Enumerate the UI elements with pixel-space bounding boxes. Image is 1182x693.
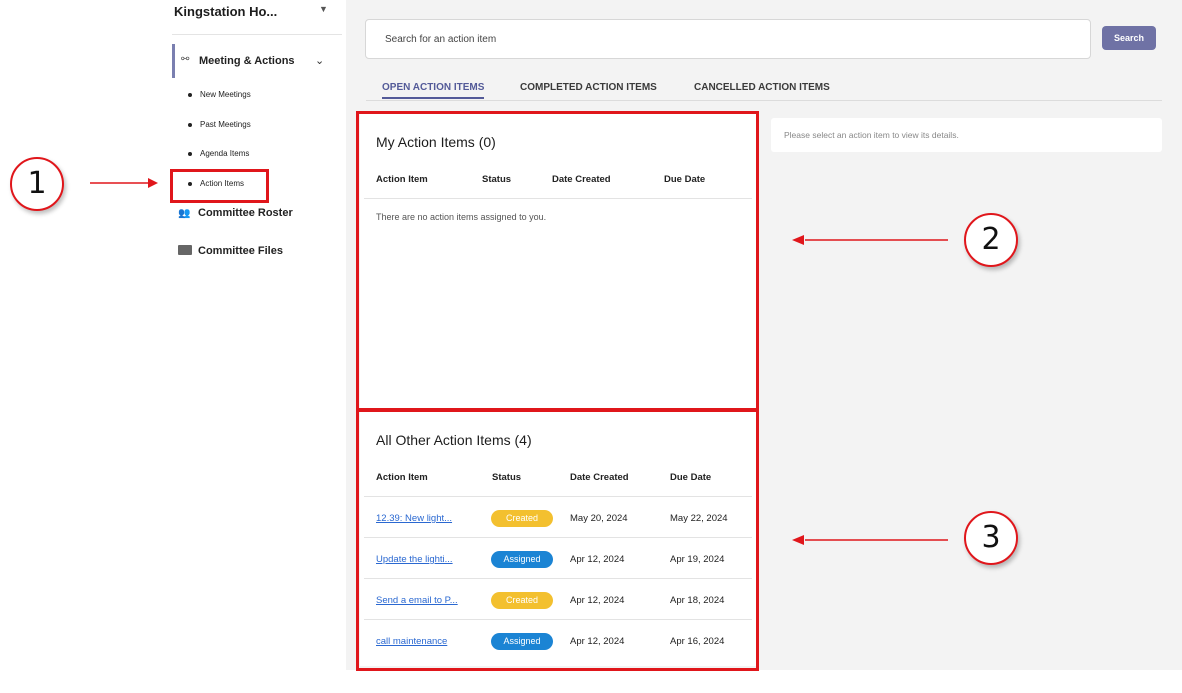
arrowhead-2 [792,235,804,245]
arrowhead-3 [792,535,804,545]
annotation-circle-2: 2 [964,213,1018,267]
arrowhead-1 [148,178,158,188]
annotation-arrows [90,178,948,545]
annotation-circle-3: 3 [964,511,1018,565]
annotation-circle-1: 1 [10,157,64,211]
